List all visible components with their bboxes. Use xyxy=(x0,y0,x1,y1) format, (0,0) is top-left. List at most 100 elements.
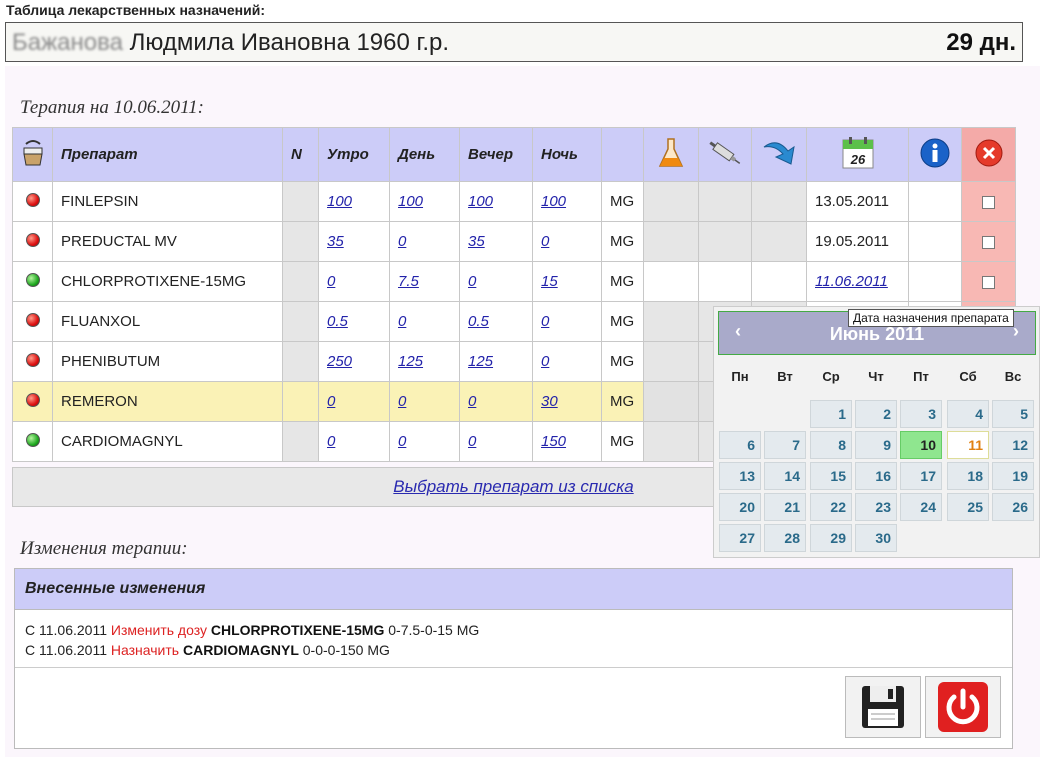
exit-button[interactable] xyxy=(925,676,1001,738)
flask-cell[interactable] xyxy=(643,261,699,302)
dose-morning-link[interactable]: 0 xyxy=(327,393,335,410)
calendar-day[interactable]: 14 xyxy=(764,462,806,490)
header-evening[interactable]: Вечер xyxy=(459,127,533,182)
date-link[interactable]: 11.06.2011 xyxy=(815,273,888,290)
calendar-day[interactable]: 20 xyxy=(719,493,761,521)
calendar-day[interactable]: 6 xyxy=(719,431,761,459)
calendar-day[interactable]: 2 xyxy=(855,400,897,428)
calendar-day[interactable]: 15 xyxy=(810,462,852,490)
dose-day-link[interactable]: 0 xyxy=(398,393,406,410)
info-cell[interactable] xyxy=(908,221,962,262)
dose-day-link[interactable]: 7.5 xyxy=(398,273,419,290)
calendar-day[interactable]: 27 xyxy=(719,524,761,552)
header-n[interactable]: N xyxy=(282,127,319,182)
dose-night-link[interactable]: 0 xyxy=(541,353,549,370)
dose-day-link[interactable]: 125 xyxy=(398,353,423,370)
dose-evening-link[interactable]: 0 xyxy=(468,273,476,290)
header-mortar[interactable] xyxy=(12,127,53,182)
dose-morning-link[interactable]: 100 xyxy=(327,193,352,210)
drug-name[interactable]: PREDUCTAL MV xyxy=(52,221,283,262)
flask-cell[interactable] xyxy=(643,221,699,262)
dose-day-link[interactable]: 0 xyxy=(398,433,406,450)
calendar-day[interactable]: 30 xyxy=(855,524,897,552)
dose-night-link[interactable]: 100 xyxy=(541,193,566,210)
dose-evening-link[interactable]: 0 xyxy=(468,393,476,410)
dose-day-link[interactable]: 0 xyxy=(398,313,406,330)
select-drug-link[interactable]: Выбрать препарат из списка xyxy=(393,477,633,496)
flask-cell[interactable] xyxy=(643,421,699,462)
dose-night-link[interactable]: 150 xyxy=(541,433,566,450)
dose-evening-link[interactable]: 125 xyxy=(468,353,493,370)
calendar-day[interactable]: 16 xyxy=(855,462,897,490)
dose-morning-link[interactable]: 0 xyxy=(327,433,335,450)
header-day[interactable]: День xyxy=(389,127,460,182)
header-arrow[interactable] xyxy=(751,127,807,182)
dose-night-link[interactable]: 0 xyxy=(541,313,549,330)
drug-name[interactable]: FINLEPSIN xyxy=(52,181,283,222)
drug-name[interactable]: CHLORPROTIXENE-15MG xyxy=(52,261,283,302)
delete-checkbox[interactable] xyxy=(982,195,995,209)
header-morning[interactable]: Утро xyxy=(318,127,390,182)
dose-morning-link[interactable]: 35 xyxy=(327,233,344,250)
arrow-cell[interactable] xyxy=(751,221,807,262)
date-cell[interactable]: 19.05.2011 xyxy=(806,221,909,262)
calendar-day[interactable]: 13 xyxy=(719,462,761,490)
calendar-day[interactable]: 10 xyxy=(900,431,942,459)
dose-evening-link[interactable]: 35 xyxy=(468,233,485,250)
header-calendar[interactable]: 26 xyxy=(806,127,909,182)
dose-night-link[interactable]: 0 xyxy=(541,233,549,250)
calendar-day[interactable]: 8 xyxy=(810,431,852,459)
calendar-day[interactable]: 29 xyxy=(810,524,852,552)
flask-cell[interactable] xyxy=(643,381,699,422)
calendar-day[interactable]: 24 xyxy=(900,493,942,521)
arrow-cell[interactable] xyxy=(751,261,807,302)
dose-day-link[interactable]: 0 xyxy=(398,233,406,250)
delete-checkbox[interactable] xyxy=(982,235,995,249)
syringe-cell[interactable] xyxy=(698,221,752,262)
table-row[interactable]: FINLEPSIN 100 100 100 100 MG 13.05.2011 xyxy=(12,181,1016,222)
calendar-day[interactable]: 28 xyxy=(764,524,806,552)
header-delete[interactable] xyxy=(961,127,1016,182)
dose-evening-link[interactable]: 100 xyxy=(468,193,493,210)
dose-morning-link[interactable]: 0.5 xyxy=(327,313,348,330)
calendar-day[interactable]: 22 xyxy=(810,493,852,521)
dose-morning-link[interactable]: 0 xyxy=(327,273,335,290)
info-cell[interactable] xyxy=(908,261,962,302)
calendar-day[interactable]: 17 xyxy=(900,462,942,490)
calendar-day[interactable]: 7 xyxy=(764,431,806,459)
dose-evening-link[interactable]: 0 xyxy=(468,433,476,450)
info-cell[interactable] xyxy=(908,181,962,222)
drug-name[interactable]: CARDIOMAGNYL xyxy=(52,421,283,462)
arrow-cell[interactable] xyxy=(751,181,807,222)
syringe-cell[interactable] xyxy=(698,261,752,302)
flask-cell[interactable] xyxy=(643,181,699,222)
flask-cell[interactable] xyxy=(643,341,699,382)
calendar-day[interactable]: 19 xyxy=(992,462,1034,490)
dose-night-link[interactable]: 15 xyxy=(541,273,558,290)
dose-night-link[interactable]: 30 xyxy=(541,393,558,410)
calendar-day[interactable]: 21 xyxy=(764,493,806,521)
date-cell[interactable]: 13.05.2011 xyxy=(806,181,909,222)
calendar-day[interactable]: 25 xyxy=(947,493,989,521)
flask-cell[interactable] xyxy=(643,301,699,342)
calendar-day[interactable]: 9 xyxy=(855,431,897,459)
dose-day-link[interactable]: 100 xyxy=(398,193,423,210)
header-night[interactable]: Ночь xyxy=(532,127,602,182)
dose-evening-link[interactable]: 0.5 xyxy=(468,313,489,330)
delete-checkbox[interactable] xyxy=(982,275,995,289)
calendar-day[interactable]: 1 xyxy=(810,400,852,428)
drug-name[interactable]: PHENIBUTUM xyxy=(52,341,283,382)
calendar-day[interactable]: 3 xyxy=(900,400,942,428)
calendar-day[interactable]: 12 xyxy=(992,431,1034,459)
save-button[interactable] xyxy=(845,676,921,738)
header-flask[interactable] xyxy=(643,127,699,182)
header-info[interactable] xyxy=(908,127,962,182)
drug-name[interactable]: FLUANXOL xyxy=(52,301,283,342)
calendar-day[interactable]: 11 xyxy=(947,431,989,459)
calendar-day[interactable]: 23 xyxy=(855,493,897,521)
syringe-cell[interactable] xyxy=(698,181,752,222)
table-row[interactable]: CHLORPROTIXENE-15MG 0 7.5 0 15 MG 11.06.2011 xyxy=(12,261,1016,302)
calendar-day[interactable]: 18 xyxy=(947,462,989,490)
header-drug[interactable]: Препарат xyxy=(52,127,283,182)
table-row[interactable]: PREDUCTAL MV 35 0 35 0 MG 19.05.2011 xyxy=(12,221,1016,262)
